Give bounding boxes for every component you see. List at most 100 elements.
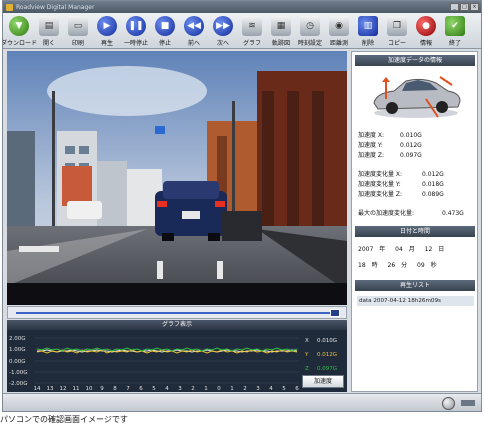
- play-icon: ▶: [97, 16, 117, 36]
- app-icon: [6, 3, 13, 11]
- x-tick-label: 1: [204, 386, 208, 392]
- copy-button[interactable]: ❐ コピー: [383, 16, 411, 48]
- copy-label: コピー: [387, 40, 406, 47]
- date-row: 2007 年 04 月 12 日: [358, 244, 444, 253]
- exit-icon: ✔: [445, 16, 465, 36]
- open-button[interactable]: ▤ 開く: [35, 16, 63, 48]
- next-label: 次へ: [216, 40, 229, 47]
- toolbar: ▼ ダウンロード ▤ 開く ▭ 印刷 ▶ 再生 ❚❚ 一時停止 ■ 停止 ◀◀ …: [3, 13, 481, 49]
- volume-knob-icon[interactable]: [442, 397, 455, 410]
- info-icon: ●: [416, 16, 436, 36]
- side-panel: 加速度データの情報 加速度 X: 0.010G 加速度 Y: 0.012G 加速度 …: [351, 51, 478, 392]
- x-tick-label: 6: [295, 386, 299, 392]
- pause-button[interactable]: ❚❚ 一時停止: [122, 16, 150, 48]
- image-caption: パソコンでの確認画面イメージです: [0, 415, 128, 424]
- pause-icon: ❚❚: [126, 16, 146, 36]
- previous-button[interactable]: ◀◀ 前へ: [180, 16, 208, 48]
- x-tick-label: 7: [126, 386, 130, 392]
- print-button[interactable]: ▭ 印刷: [64, 16, 92, 48]
- x-tick-label: 14: [34, 386, 41, 392]
- accel-z-row: 加速度 Z: 0.097G: [358, 150, 422, 159]
- legend-axis-y: Y: [304, 352, 309, 358]
- acceleration-graph: 2.00G 1.00G 0.00G -1.00G -2.00G 14 13 12 11 10 9 8…: [7, 330, 347, 392]
- play-button[interactable]: ▶ 再生: [93, 16, 121, 48]
- legend-axis-x: X: [305, 338, 309, 344]
- pause-label: 一時停止: [123, 40, 148, 47]
- info-button[interactable]: ● 情報: [412, 16, 440, 48]
- print-label: 印刷: [71, 40, 84, 47]
- stop-button[interactable]: ■ 停止: [151, 16, 179, 48]
- x-tick-label: 12: [60, 386, 67, 392]
- change-z-row: 加速度変化量 Z: 0.089G: [358, 189, 444, 198]
- x-tick-label: 1: [230, 386, 234, 392]
- playlist-section-title: 再生リスト: [355, 280, 475, 291]
- change-x-value: 0.012G: [422, 171, 444, 178]
- car-icon: [373, 76, 461, 118]
- day-value: 12: [424, 246, 433, 253]
- previous-icon: ◀◀: [184, 16, 204, 36]
- second-unit: 秒: [430, 262, 437, 269]
- y-tick-label: 0.00G: [9, 359, 26, 365]
- download-button[interactable]: ▼ ダウンロード: [3, 16, 37, 48]
- clock-icon: ◷: [300, 16, 320, 36]
- x-tick-label: 13: [47, 386, 54, 392]
- track-label: 軌跡図: [271, 40, 290, 47]
- graph-button[interactable]: ≋ グラフ: [238, 16, 266, 48]
- seek-bar[interactable]: [7, 306, 347, 319]
- hour-unit: 時: [371, 262, 378, 269]
- change-x-label: 加速度変化量 X:: [358, 171, 403, 178]
- x-tick-label: 3: [178, 386, 182, 392]
- x-tick-label: 5: [152, 386, 156, 392]
- max-change-label: 最大の加速度変化量:: [358, 210, 415, 217]
- change-y-row: 加速度変化量 Y: 0.018G: [358, 179, 444, 188]
- title-bar: Roadview Digital Manager _ □ ×: [3, 1, 481, 13]
- x-tick-label: 2: [243, 386, 247, 392]
- seek-thumb[interactable]: [330, 309, 340, 317]
- delete-button[interactable]: ▥ 削除: [354, 16, 382, 48]
- change-z-value: 0.089G: [422, 191, 444, 198]
- month-unit: 月: [408, 246, 415, 253]
- video-view[interactable]: [7, 51, 347, 305]
- y-tick-label: -1.00G: [9, 370, 28, 376]
- clock-label: 時刻設定: [297, 40, 322, 47]
- max-change-row: 最大の加速度変化量: 0.473G: [358, 208, 464, 217]
- maximize-button[interactable]: □: [460, 3, 469, 11]
- sensor-section-title: 加速度データの情報: [355, 55, 475, 66]
- track-button[interactable]: ▦ 軌跡図: [267, 16, 295, 48]
- accel-z-label: 加速度 Z:: [358, 152, 385, 159]
- next-button[interactable]: ▶▶ 次へ: [209, 16, 237, 48]
- stop-icon: ■: [155, 16, 175, 36]
- legend-value-x: 0.010G: [317, 338, 337, 344]
- legend-value-z: 0.097G: [317, 366, 337, 372]
- graph-icon: ≋: [242, 16, 262, 36]
- stop-label: 停止: [158, 40, 171, 47]
- accel-y-value: 0.012G: [400, 142, 422, 149]
- delete-icon: ▥: [358, 16, 378, 36]
- print-icon: ▭: [68, 16, 88, 36]
- hour-value: 18: [358, 262, 366, 269]
- year-value: 2007: [358, 246, 374, 253]
- app-window: Roadview Digital Manager _ □ × ▼ ダウンロード …: [2, 0, 482, 412]
- close-button[interactable]: ×: [470, 3, 479, 11]
- y-tick-label: 2.00G: [9, 336, 26, 342]
- x-tick-label: 4: [269, 386, 273, 392]
- playlist-item[interactable]: data 2007-04-12 18h26m09s: [357, 296, 474, 306]
- time-row: 18 時 26 分 09 秒: [358, 260, 437, 269]
- x-tick-label: 3: [256, 386, 260, 392]
- y-tick-label: -2.00G: [9, 381, 28, 387]
- volume-icon[interactable]: [461, 400, 475, 406]
- datetime-section-title: 日付と時間: [355, 226, 475, 237]
- exit-button[interactable]: ✔ 終了: [441, 16, 469, 48]
- play-label: 再生: [100, 40, 113, 47]
- open-label: 開く: [42, 40, 55, 47]
- acceleration-toggle-button[interactable]: 加速度: [302, 375, 344, 388]
- legend-value-y: 0.012G: [317, 352, 337, 358]
- month-value: 04: [395, 246, 403, 253]
- x-tick-label: 8: [113, 386, 117, 392]
- day-unit: 日: [438, 246, 445, 253]
- copy-icon: ❐: [387, 16, 407, 36]
- open-icon: ▤: [39, 16, 59, 36]
- distance-button[interactable]: ◉ 距離測: [325, 16, 353, 48]
- clock-button[interactable]: ◷ 時刻設定: [296, 16, 324, 48]
- minimize-button[interactable]: _: [450, 3, 459, 11]
